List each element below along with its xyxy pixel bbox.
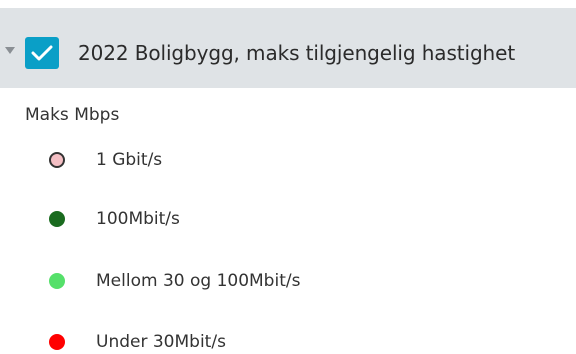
layer-visibility-checkbox[interactable] xyxy=(25,37,59,69)
layer-title: 2022 Boligbygg, maks tilgjengelig hastig… xyxy=(78,41,516,65)
legend-item: 100Mbit/s xyxy=(0,204,500,234)
checkmark-icon xyxy=(31,45,53,61)
legend-item: Under 30Mbit/s xyxy=(0,327,500,354)
legend-label: 100Mbit/s xyxy=(96,209,180,229)
legend-swatch-icon xyxy=(49,334,65,350)
layer-list-panel: 2022 Boligbygg, maks tilgjengelig hastig… xyxy=(0,0,576,354)
legend-label: 1 Gbit/s xyxy=(96,150,163,170)
legend-item: Mellom 30 og 100Mbit/s xyxy=(0,266,500,296)
legend-heading: Maks Mbps xyxy=(25,105,120,125)
legend-label: Mellom 30 og 100Mbit/s xyxy=(96,271,301,291)
expand-caret-icon[interactable] xyxy=(5,47,15,54)
legend-label: Under 30Mbit/s xyxy=(96,332,226,352)
legend-item: 1 Gbit/s xyxy=(0,145,500,175)
legend-swatch-icon xyxy=(49,152,65,168)
legend-swatch-icon xyxy=(49,211,65,227)
legend-swatch-icon xyxy=(49,273,65,289)
layer-header[interactable]: 2022 Boligbygg, maks tilgjengelig hastig… xyxy=(0,8,576,88)
